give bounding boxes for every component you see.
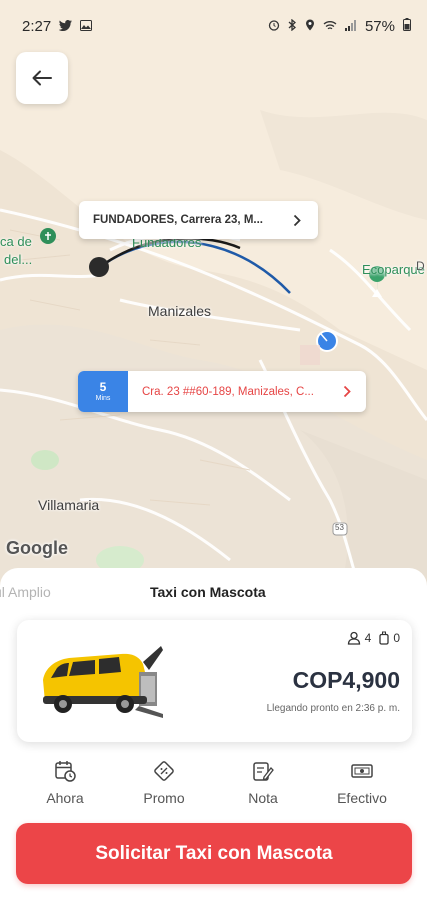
status-time: 2:27 [22, 17, 52, 35]
ride-options: Ahora Promo Nota Efectivo [0, 760, 427, 814]
vehicle-card[interactable]: 4 0 COP4,900 Llegando pronto en 2:36 p. … [17, 620, 412, 742]
alarm-icon [268, 19, 280, 34]
taxi-van-image [43, 646, 163, 718]
eta-value: 5 [99, 379, 107, 394]
luggage-count: 0 [393, 631, 400, 645]
eta-badge: 5 Mins [78, 371, 128, 412]
passenger-count: 4 [364, 631, 372, 645]
bottom-sheet: ul Amplio Taxi con Mascota 4 0 COP4,900 … [0, 568, 427, 900]
wifi-icon [323, 19, 337, 34]
promo-tag-icon [154, 761, 174, 781]
battery-icon [403, 18, 411, 34]
service-tabs: ul Amplio Taxi con Mascota [0, 580, 427, 604]
note-label: Nota [248, 790, 278, 806]
pickup-pill[interactable]: 5 Mins Cra. 23 ##60-189, Manizales, C... [78, 371, 366, 412]
tab-amplio[interactable]: ul Amplio [0, 584, 51, 600]
map-label-church: ca de [0, 234, 32, 249]
note-button[interactable]: Nota [218, 760, 308, 806]
destination-address: FUNDADORES, Carrera 23, M... [93, 214, 263, 226]
passenger-icon [347, 631, 360, 645]
location-icon [305, 19, 315, 34]
twitter-icon [58, 19, 73, 34]
status-bar: 2:27 57% [0, 0, 427, 52]
map-label-edge: D [416, 259, 425, 273]
chevron-right-icon [338, 383, 356, 401]
map-road-53: 53 [335, 523, 344, 532]
eta-unit: Mins [95, 394, 111, 402]
map-label-church-2: del... [4, 252, 33, 267]
promo-label: Promo [143, 790, 185, 806]
signal-icon [344, 19, 357, 34]
destination-pill[interactable]: FUNDADORES, Carrera 23, M... [79, 201, 318, 239]
promo-button[interactable]: Promo [119, 760, 209, 806]
luggage-icon [379, 631, 389, 645]
fare-price: COP4,900 [292, 667, 400, 693]
request-taxi-button[interactable]: Solicitar Taxi con Mascota [16, 823, 412, 884]
pickup-address: Cra. 23 ##60-189, Manizales, C... [142, 385, 314, 398]
note-edit-icon [253, 762, 274, 781]
google-attribution: Google [6, 538, 68, 558]
tab-taxi-con-mascota[interactable]: Taxi con Mascota [150, 584, 266, 600]
battery-percent: 57% [364, 17, 395, 35]
map-label-city: Manizales [148, 303, 212, 319]
image-icon [80, 19, 93, 34]
schedule-button[interactable]: Ahora [20, 760, 110, 806]
payment-label: Efectivo [337, 790, 387, 806]
capacity-info: 4 0 [347, 631, 400, 645]
cash-icon [351, 764, 373, 778]
arrow-left-icon [32, 70, 52, 86]
payment-cash-button[interactable]: Efectivo [317, 760, 407, 806]
arrival-time: Llegando pronto en 2:36 p. m. [266, 703, 400, 714]
map-label-town: Villamaria [38, 497, 100, 513]
schedule-label: Ahora [46, 790, 84, 806]
chevron-right-icon [288, 211, 306, 229]
back-button[interactable] [16, 52, 68, 104]
bluetooth-icon [288, 18, 297, 34]
calendar-clock-icon [55, 761, 76, 782]
